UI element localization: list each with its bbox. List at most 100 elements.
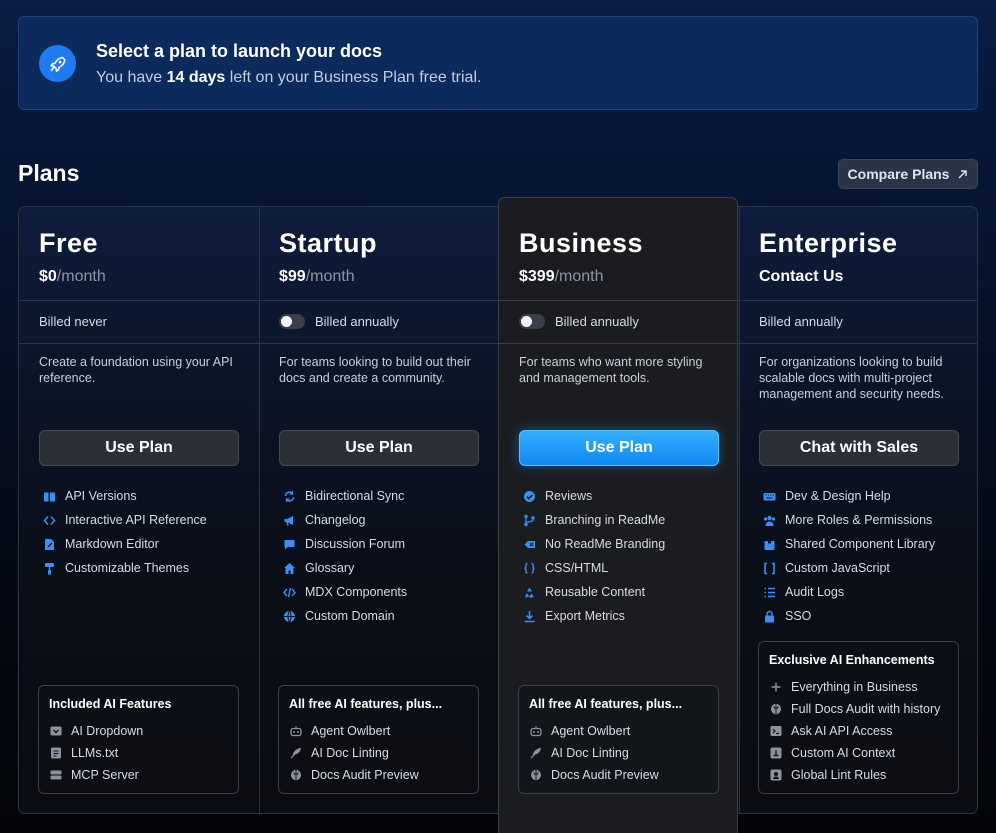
billing-label: Billed annually — [555, 314, 639, 329]
plan-description: Create a foundation using your API refer… — [39, 355, 233, 385]
plan-price: $99/month — [279, 268, 355, 285]
ai-feature-item: Custom AI Context — [770, 742, 940, 764]
feature-item: Interactive API Reference — [43, 508, 207, 532]
text-file-icon — [50, 747, 62, 759]
feature-label: Shared Component Library — [785, 537, 936, 551]
button-label: Use Plan — [105, 439, 173, 456]
use-plan-button[interactable]: Use Plan — [519, 430, 719, 466]
edit-document-icon — [43, 538, 56, 551]
feature-item: Shared Component Library — [763, 532, 935, 556]
feather-icon — [530, 747, 542, 759]
book-icon — [43, 490, 56, 503]
ai-feature-item: Docs Audit Preview — [290, 764, 419, 786]
robot-icon — [530, 725, 542, 737]
list-icon — [763, 586, 776, 599]
button-label: Use Plan — [345, 439, 413, 456]
code-brackets-icon — [43, 514, 56, 527]
plan-name: Startup — [279, 228, 377, 258]
billing-label: Billed annually — [315, 314, 399, 329]
feature-label: Dev & Design Help — [785, 489, 891, 503]
ai-feature-label: MCP Server — [71, 768, 139, 782]
trial-banner: Select a plan to launch your docs You ha… — [18, 16, 978, 110]
plan-name: Enterprise — [759, 228, 898, 258]
feature-item: Bidirectional Sync — [283, 484, 407, 508]
branch-icon — [523, 514, 536, 527]
megaphone-icon — [283, 514, 296, 527]
use-plan-button[interactable]: Use Plan — [39, 430, 239, 466]
button-label: Use Plan — [585, 439, 653, 456]
feature-label: Custom Domain — [305, 609, 395, 623]
billing-toggle[interactable] — [279, 314, 305, 329]
chat-with-sales-button[interactable]: Chat with Sales — [759, 430, 959, 466]
feature-item: Custom JavaScript — [763, 556, 935, 580]
feature-list: Bidirectional Sync Changelog Discussion Fo… — [283, 484, 407, 628]
ai-feature-item: Docs Audit Preview — [530, 764, 659, 786]
billing-row: Billed annually — [759, 314, 843, 329]
feature-list: API Versions Interactive API Reference Mar… — [43, 484, 207, 580]
people-icon — [763, 514, 776, 527]
billing-row: Billed never — [39, 314, 107, 329]
feather-icon — [290, 747, 302, 759]
plan-business: Business $399/month Billed annually For tea… — [498, 206, 738, 814]
download-icon — [523, 610, 536, 623]
ai-feature-list: AI Dropdown LLMs.txt MCP Server — [50, 720, 143, 786]
feature-item: No ReadMe Branding — [523, 532, 665, 556]
feature-item: Custom Domain — [283, 604, 407, 628]
ai-features-box: Exclusive AI Enhancements Everything in B… — [758, 641, 959, 794]
plan-price: $399/month — [519, 268, 604, 285]
ai-feature-item: Global Lint Rules — [770, 764, 940, 786]
plus-icon — [770, 681, 782, 693]
feature-item: Audit Logs — [763, 580, 935, 604]
feature-label: CSS/HTML — [545, 561, 609, 575]
plan-price: Contact Us — [759, 268, 844, 285]
ai-feature-item: Ask AI API Access — [770, 720, 940, 742]
ai-feature-list: Everything in Business Full Docs Audit wi… — [770, 676, 940, 786]
feature-label: Bidirectional Sync — [305, 489, 405, 503]
use-plan-button[interactable]: Use Plan — [279, 430, 479, 466]
ai-features-box: Included AI Features AI Dropdown LLMs.txt M… — [38, 685, 239, 794]
feature-item: Branching in ReadMe — [523, 508, 665, 532]
feature-label: MDX Components — [305, 585, 408, 599]
ai-feature-label: AI Dropdown — [71, 724, 144, 738]
ai-feature-label: AI Doc Linting — [551, 746, 629, 760]
brain-icon — [530, 769, 542, 781]
braces-icon — [523, 562, 536, 575]
ai-feature-list: Agent Owlbert AI Doc Linting Docs Audit Pr… — [530, 720, 659, 786]
lock-icon — [763, 610, 776, 623]
ai-features-box: All free AI features, plus... Agent Owlbe… — [278, 685, 479, 794]
ai-feature-label: Agent Owlbert — [311, 724, 391, 738]
brain-icon — [770, 703, 782, 715]
banner-subtitle: You have 14 days left on your Business P… — [96, 69, 482, 86]
ai-features-title: Exclusive AI Enhancements — [769, 653, 935, 667]
plan-description: For teams who want more styling and mana… — [519, 355, 703, 385]
billing-toggle[interactable] — [519, 314, 545, 329]
plan-name: Free — [39, 228, 99, 258]
compare-plans-button[interactable]: Compare Plans — [838, 159, 978, 189]
plan-enterprise: Enterprise Contact Us Billed annually For o… — [738, 206, 978, 814]
banner-title: Select a plan to launch your docs — [96, 41, 383, 61]
feature-label: Glossary — [305, 561, 355, 575]
feature-label: Custom JavaScript — [785, 561, 890, 575]
check-badge-icon — [523, 490, 536, 503]
ai-feature-item: Agent Owlbert — [290, 720, 419, 742]
eraser-icon — [523, 538, 536, 551]
billing-label: Billed never — [39, 314, 107, 329]
ai-feature-label: LLMs.txt — [71, 746, 119, 760]
feature-item: Glossary — [283, 556, 407, 580]
feature-item: Customizable Themes — [43, 556, 207, 580]
plan-name: Business — [519, 228, 644, 258]
feature-label: Interactive API Reference — [65, 513, 207, 527]
plan-price: $0/month — [39, 268, 106, 285]
feature-label: Changelog — [305, 513, 366, 527]
feature-label: No ReadMe Branding — [545, 537, 666, 551]
globe-icon — [283, 610, 296, 623]
feature-label: Audit Logs — [785, 585, 845, 599]
ai-feature-label: Agent Owlbert — [551, 724, 631, 738]
page-title: Plans — [18, 160, 80, 186]
feature-item: Reusable Content — [523, 580, 665, 604]
feature-label: Discussion Forum — [305, 537, 406, 551]
feature-label: Reviews — [545, 489, 593, 503]
package-icon — [763, 538, 776, 551]
ai-features-title: All free AI features, plus... — [529, 697, 683, 711]
plan-startup: Startup $99/month Billed annually For teams… — [258, 206, 498, 814]
